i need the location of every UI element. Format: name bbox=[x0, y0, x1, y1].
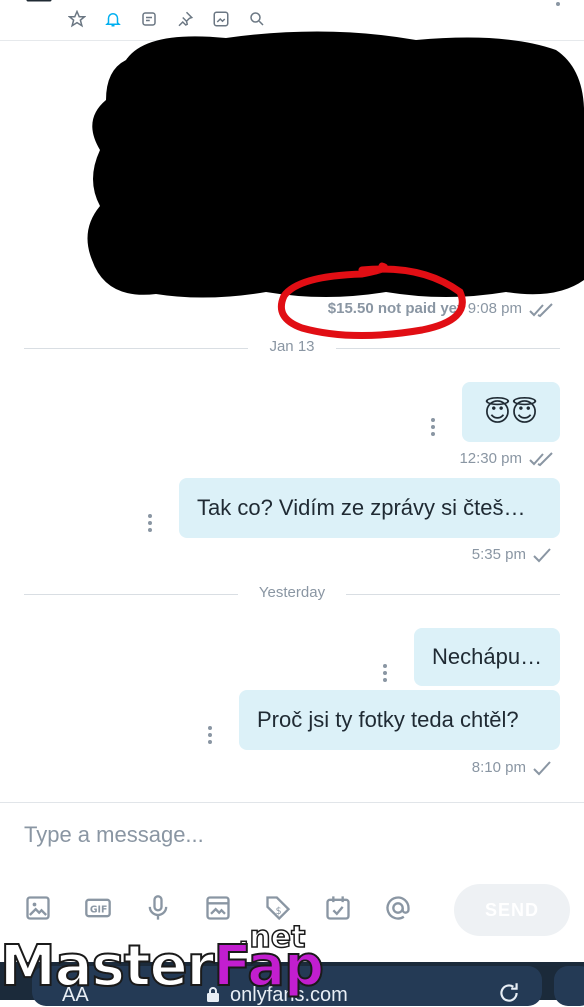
message-meta: 5:35 pm bbox=[472, 546, 552, 563]
message-options-icon[interactable] bbox=[430, 418, 436, 438]
pin-icon[interactable] bbox=[172, 6, 198, 32]
message-text: Nechápu… bbox=[432, 644, 543, 669]
reload-icon[interactable] bbox=[496, 980, 522, 1006]
check-icon bbox=[533, 547, 551, 562]
message-bubble[interactable]: Proč jsi ty fotky teda chtěl? bbox=[239, 690, 560, 750]
redacted-media bbox=[87, 31, 584, 298]
message-options-icon[interactable] bbox=[382, 664, 388, 684]
message-input[interactable]: Type a message... bbox=[24, 822, 204, 848]
date-divider: Jan 13 bbox=[24, 338, 560, 358]
mention-icon[interactable] bbox=[384, 892, 412, 924]
message-bubble[interactable]: 😇😇 bbox=[462, 382, 560, 442]
star-icon[interactable] bbox=[64, 6, 90, 32]
bell-icon[interactable] bbox=[100, 6, 126, 32]
search-icon[interactable] bbox=[244, 6, 270, 32]
svg-text:GIF: GIF bbox=[90, 905, 108, 916]
message-bubble[interactable]: Nechápu… bbox=[414, 628, 560, 686]
date-divider: Yesterday bbox=[24, 584, 560, 604]
message-options-icon[interactable] bbox=[207, 726, 213, 746]
message-text: Proč jsi ty fotky teda chtěl? bbox=[257, 707, 519, 732]
double-check-icon bbox=[529, 451, 553, 466]
note-icon[interactable] bbox=[136, 6, 162, 32]
message-text: 😇😇 bbox=[483, 396, 539, 427]
gallery-icon[interactable] bbox=[208, 6, 234, 32]
message-options-icon[interactable] bbox=[147, 514, 153, 534]
send-button[interactable]: SEND bbox=[454, 884, 570, 936]
annotation-circle bbox=[277, 262, 466, 339]
watermark-logo: .net MasterFap bbox=[0, 919, 325, 1000]
message-meta: 12:30 pm bbox=[459, 450, 556, 467]
message-time: 8:10 pm bbox=[471, 759, 526, 776]
schedule-icon[interactable] bbox=[324, 892, 352, 924]
message-bubble[interactable]: Tak co? Vidím ze zprávy si čteš… bbox=[179, 478, 560, 538]
message-meta: 8:10 pm bbox=[472, 759, 552, 776]
message-text: Tak co? Vidím ze zprávy si čteš… bbox=[197, 495, 526, 520]
back-arrow-icon[interactable] bbox=[20, 0, 56, 16]
more-options-icon[interactable] bbox=[554, 0, 562, 14]
check-icon bbox=[533, 760, 551, 775]
message-time: 12:30 pm bbox=[459, 450, 522, 467]
composer-divider bbox=[0, 802, 584, 803]
tabs-button[interactable] bbox=[554, 966, 584, 1006]
double-check-icon bbox=[529, 303, 553, 318]
message-time: 5:35 pm bbox=[471, 546, 526, 563]
message-time: 9:08 pm bbox=[467, 300, 522, 317]
